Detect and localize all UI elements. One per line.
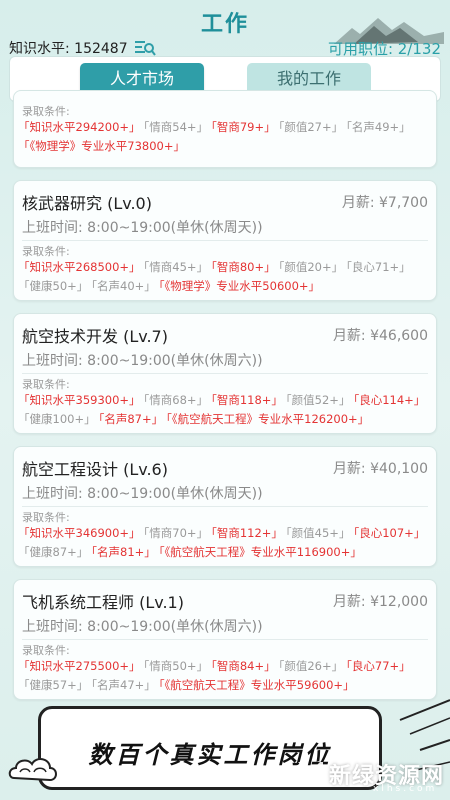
- knowledge-level-text: 知识水平: 152487: [9, 41, 128, 57]
- requirement-item: 「名声40+」: [91, 279, 156, 293]
- job-salary: 月薪: ¥12,000: [332, 594, 428, 610]
- requirement-item: 「《物理学》专业水平50600+」: [158, 279, 321, 293]
- requirement-item: 「名声81+」: [91, 545, 156, 559]
- requirements-label: 录取条件:: [22, 105, 70, 118]
- requirement-item: 「智商118+」: [211, 393, 283, 407]
- job-hours: 上班时间: 8:00~19:00(单休(休周天)): [22, 486, 263, 502]
- requirements-list: 「知识水平359300+」 「情商68+」 「智商118+」 「颜值52+」 「良心11…: [18, 391, 430, 429]
- requirements-line: 「知识水平275500+」 「情商50+」 「智商84+」 「颜值26+」 「良心77+…: [18, 657, 430, 676]
- requirement-item: 「《航空航天工程》专业水平59600+」: [158, 678, 355, 692]
- requirements-line: 「健康87+」 「名声81+」 「《航空航天工程》专业水平116900+」: [18, 543, 430, 562]
- requirement-item: 「名声87+」: [98, 412, 164, 426]
- requirements-line: 「知识水平346900+」 「情商70+」 「智商112+」 「颜值45+」 「良心10…: [18, 524, 430, 543]
- requirement-item: 「知识水平346900+」: [18, 526, 141, 540]
- requirements-line: 「知识水平294200+」 「情商54+」 「智商79+」 「颜值27+」 「名声49+…: [18, 118, 430, 137]
- requirements-line: 「健康57+」 「名声47+」 「《航空航天工程》专业水平59600+」: [18, 676, 430, 695]
- job-salary: 月薪: ¥7,700: [341, 195, 428, 211]
- job-card[interactable]: 航空技术开发 (Lv.7) 月薪: ¥46,600 上班时间: 8:00~19:…: [13, 313, 437, 434]
- requirement-item: 「情商54+」: [143, 120, 209, 134]
- requirements-label: 录取条件:: [22, 644, 70, 657]
- job-card[interactable]: 录取条件: 「知识水平294200+」 「情商54+」 「智商79+」 「颜值27+」…: [13, 90, 437, 168]
- job-title: 飞机系统工程师 (Lv.1): [22, 593, 184, 612]
- requirement-item: 「知识水平359300+」: [18, 393, 141, 407]
- requirement-item: 「健康87+」: [18, 545, 89, 559]
- requirement-item: 「健康100+」: [18, 412, 96, 426]
- requirement-item: 「智商79+」: [211, 120, 276, 134]
- requirements-label: 录取条件:: [22, 511, 70, 524]
- requirement-item: 「良心71+」: [346, 260, 411, 274]
- watermark-logo-icon: [298, 762, 323, 784]
- app-screen: 工作 知识水平: 152487 可用职位: 2/132 人才市场 我的工作 录取…: [0, 0, 450, 800]
- requirement-item: 「颜值52+」: [285, 393, 351, 407]
- divider: [22, 506, 428, 507]
- requirement-item: 「知识水平268500+」: [18, 260, 141, 274]
- job-hours: 上班时间: 8:00~19:00(单休(休周天)): [22, 220, 263, 236]
- requirement-item: 「情商70+」: [143, 526, 209, 540]
- job-salary: 月薪: ¥40,100: [332, 461, 428, 477]
- watermark-subtext: xlhs.com: [373, 784, 438, 794]
- requirement-item: 「智商112+」: [211, 526, 283, 540]
- job-card[interactable]: 航空工程设计 (Lv.6) 月薪: ¥40,100 上班时间: 8:00~19:…: [13, 446, 437, 567]
- requirement-item: 「健康57+」: [18, 678, 89, 692]
- requirement-item: 「良心77+」: [346, 659, 411, 673]
- requirements-list: 「知识水平294200+」 「情商54+」 「智商79+」 「颜值27+」 「名声49+…: [18, 118, 430, 156]
- requirement-item: 「名声47+」: [91, 678, 156, 692]
- requirements-line: 「知识水平268500+」 「情商45+」 「智商80+」 「颜值20+」 「良心71+…: [18, 258, 430, 277]
- job-salary: 月薪: ¥46,600: [332, 328, 428, 344]
- cloud-decoration-icon: [8, 758, 57, 782]
- knowledge-level: 知识水平: 152487: [9, 38, 156, 58]
- sort-search-icon[interactable]: [134, 39, 156, 57]
- requirement-item: 「知识水平275500+」: [18, 659, 141, 673]
- requirements-label: 录取条件:: [22, 245, 70, 258]
- divider: [22, 639, 428, 640]
- job-hours: 上班时间: 8:00~19:00(单休(休周六)): [22, 619, 263, 635]
- requirement-item: 「智商84+」: [211, 659, 276, 673]
- requirements-line: 「知识水平359300+」 「情商68+」 「智商118+」 「颜值52+」 「良心11…: [18, 391, 430, 410]
- requirement-item: 「《航空航天工程》专业水平116900+」: [158, 545, 362, 559]
- requirement-item: 「《物理学》专业水平73800+」: [18, 139, 185, 153]
- requirement-item: 「情商45+」: [143, 260, 209, 274]
- job-title: 核武器研究 (Lv.0): [22, 194, 152, 213]
- requirements-list: 「知识水平268500+」 「情商45+」 「智商80+」 「颜值20+」 「良心71+…: [18, 258, 430, 296]
- watermark: 新绿资源网 xlhs.com: [295, 756, 447, 796]
- requirements-line: 「健康100+」 「名声87+」 「《航空航天工程》专业水平126200+」: [18, 410, 430, 429]
- requirement-item: 「颜值27+」: [278, 120, 344, 134]
- requirements-line: 「《物理学》专业水平73800+」: [18, 137, 430, 156]
- job-card[interactable]: 核武器研究 (Lv.0) 月薪: ¥7,700 上班时间: 8:00~19:00…: [13, 180, 437, 301]
- requirement-item: 「情商50+」: [143, 659, 209, 673]
- requirement-item: 「颜值20+」: [278, 260, 344, 274]
- requirement-item: 「《航空航天工程》专业水平126200+」: [166, 412, 370, 426]
- requirement-item: 「良心114+」: [353, 393, 426, 407]
- job-hours: 上班时间: 8:00~19:00(单休(休周六)): [22, 353, 263, 369]
- requirement-item: 「健康50+」: [18, 279, 89, 293]
- divider: [22, 373, 428, 374]
- job-title: 航空工程设计 (Lv.6): [22, 460, 168, 479]
- requirements-list: 「知识水平346900+」 「情商70+」 「智商112+」 「颜值45+」 「良心10…: [18, 524, 430, 562]
- requirement-item: 「知识水平294200+」: [18, 120, 141, 134]
- requirement-item: 「智商80+」: [211, 260, 276, 274]
- requirement-item: 「情商68+」: [143, 393, 209, 407]
- requirement-item: 「颜值26+」: [278, 659, 344, 673]
- requirement-item: 「颜值45+」: [285, 526, 351, 540]
- requirements-line: 「健康50+」 「名声40+」 「《物理学》专业水平50600+」: [18, 277, 430, 296]
- job-card[interactable]: 飞机系统工程师 (Lv.1) 月薪: ¥12,000 上班时间: 8:00~19…: [13, 579, 437, 700]
- requirements-list: 「知识水平275500+」 「情商50+」 「智商84+」 「颜值26+」 「良心77+…: [18, 657, 430, 695]
- requirement-item: 「名声49+」: [346, 120, 411, 134]
- requirement-item: 「良心107+」: [353, 526, 426, 540]
- job-title: 航空技术开发 (Lv.7): [22, 327, 168, 346]
- divider: [22, 240, 428, 241]
- requirements-label: 录取条件:: [22, 378, 70, 391]
